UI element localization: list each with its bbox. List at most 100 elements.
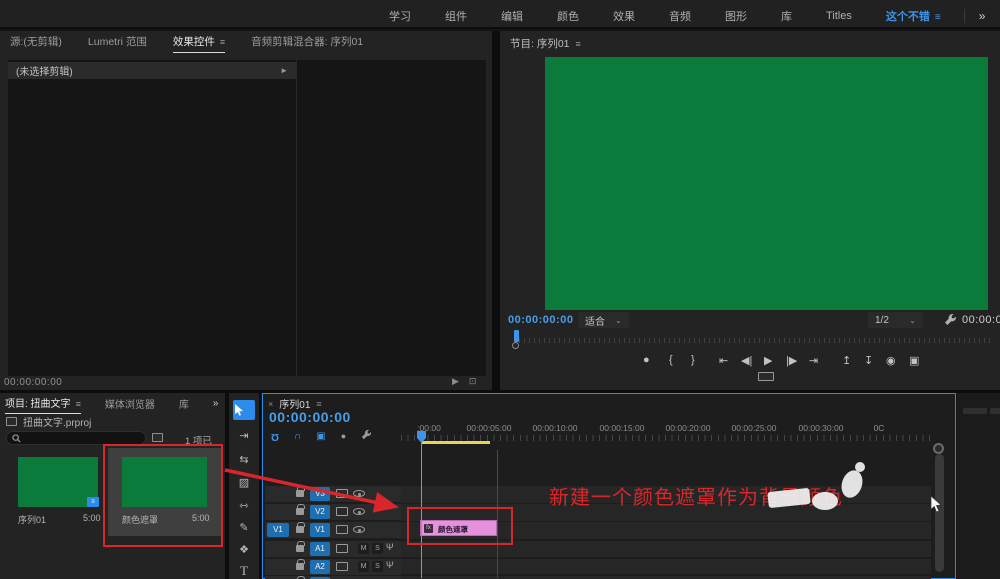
track-visibility-eye-icon[interactable]: [353, 490, 365, 497]
mute-button[interactable]: M: [358, 561, 369, 572]
export-frame-button[interactable]: ◉: [886, 354, 896, 367]
mark-out-button[interactable]: }: [691, 354, 695, 366]
selection-tool-button[interactable]: [233, 400, 255, 420]
project-breadcrumb[interactable]: 扭曲文字.prproj: [6, 414, 91, 429]
close-icon[interactable]: ×: [268, 399, 273, 409]
slip-tool[interactable]: ⇿: [229, 499, 259, 512]
lock-icon[interactable]: [296, 508, 304, 515]
play-around-icon[interactable]: ▶: [452, 376, 459, 387]
workspace-tab-active[interactable]: 这个不错≡: [869, 8, 958, 24]
track-header-v1[interactable]: V1 V1: [265, 522, 401, 538]
lock-icon[interactable]: [296, 545, 304, 552]
thumbnail-sequence01[interactable]: [18, 457, 98, 507]
clip-selector-arrow-icon[interactable]: ►: [280, 66, 288, 75]
workspace-tab-effects[interactable]: 效果: [596, 8, 652, 24]
track-select-forward-tool[interactable]: ⇥: [229, 429, 259, 442]
add-marker-button[interactable]: ●: [643, 354, 650, 366]
lock-icon[interactable]: [296, 490, 304, 497]
program-playhead[interactable]: [514, 330, 519, 342]
workspace-menu-icon[interactable]: ≡: [935, 12, 941, 23]
tab-project[interactable]: 项目: 扭曲文字≡: [5, 395, 81, 414]
playback-resolution-dropdown[interactable]: 1/2 ⌄: [868, 312, 923, 328]
track-header-a2[interactable]: A2 M S Ψ: [265, 559, 401, 575]
workspace-tab-graphics[interactable]: 图形: [708, 8, 764, 24]
lock-icon[interactable]: [296, 526, 304, 533]
panel-divider[interactable]: [225, 393, 227, 579]
solo-button[interactable]: S: [372, 561, 383, 572]
track-target-badge[interactable]: V3: [310, 487, 330, 501]
type-tool[interactable]: T: [229, 563, 259, 579]
timeline-scrollbar-knob[interactable]: [933, 443, 944, 454]
fit-dropdown[interactable]: 适合 ⌄: [578, 312, 629, 328]
track-target-badge[interactable]: V2: [310, 505, 330, 519]
lift-button[interactable]: ↥: [842, 354, 851, 367]
audio-lane-a2[interactable]: [401, 559, 931, 574]
sync-lock-icon[interactable]: [336, 544, 348, 553]
comparison-view-button[interactable]: ▣: [909, 354, 919, 367]
voiceover-mic-icon[interactable]: Ψ: [386, 560, 394, 570]
project-overflow-icon[interactable]: »: [213, 398, 219, 412]
mute-button[interactable]: M: [358, 543, 369, 554]
step-forward-button[interactable]: |▶: [786, 354, 797, 367]
solo-button[interactable]: S: [372, 543, 383, 554]
workspace-tab-assembly[interactable]: 组件: [428, 8, 484, 24]
track-header-v2[interactable]: V2: [265, 504, 401, 520]
track-target-badge[interactable]: V1: [310, 523, 330, 537]
tab-effect-controls[interactable]: 效果控件≡: [173, 34, 225, 53]
snap-icon[interactable]: Ω: [271, 431, 279, 442]
mark-in-button[interactable]: {: [669, 354, 673, 366]
workspace-tab-titles[interactable]: Titles: [809, 10, 869, 22]
panel-menu-icon[interactable]: ≡: [316, 399, 321, 409]
proxy-toggle-button[interactable]: [758, 372, 774, 381]
workspace-tab-editing[interactable]: 编辑: [484, 8, 540, 24]
tab-source-monitor[interactable]: 源:(无剪辑): [10, 34, 62, 52]
linked-selection-icon[interactable]: ∩: [294, 431, 301, 442]
ripple-edit-tool[interactable]: ⇆: [229, 453, 259, 466]
panel-divider[interactable]: [492, 31, 500, 390]
workspace-tab-audio[interactable]: 音频: [652, 8, 708, 24]
source-patch-badge[interactable]: V1: [267, 523, 289, 537]
panel-menu-icon[interactable]: ≡: [576, 39, 581, 49]
settings-wrench-icon[interactable]: [944, 313, 957, 331]
tab-lumetri-scopes[interactable]: Lumetri 范围: [88, 34, 147, 52]
timeline-settings-wrench-icon[interactable]: [361, 427, 372, 445]
tab-libraries[interactable]: 库: [179, 396, 189, 414]
workspace-overflow-icon[interactable]: »: [964, 9, 1000, 23]
sync-lock-icon[interactable]: [336, 562, 348, 571]
voiceover-mic-icon[interactable]: Ψ: [386, 542, 394, 552]
toggle-effects-icon[interactable]: ⊡: [469, 376, 477, 387]
track-header-a1[interactable]: A1 M S Ψ: [265, 541, 401, 557]
add-marker-icon[interactable]: ●: [341, 431, 346, 441]
nested-sequence-icon[interactable]: ▣: [316, 431, 325, 442]
sync-lock-icon[interactable]: [336, 507, 348, 516]
program-scrub-bar[interactable]: [506, 330, 994, 346]
play-button[interactable]: ▶: [764, 354, 772, 367]
go-to-out-button[interactable]: ⇥: [809, 354, 818, 367]
hand-tool[interactable]: ❖: [229, 543, 259, 556]
tab-media-browser[interactable]: 媒体浏览器: [105, 396, 155, 414]
step-back-button[interactable]: ◀|: [741, 354, 752, 367]
tab-audio-clip-mixer[interactable]: 音频剪辑混合器: 序列01: [251, 34, 363, 52]
filter-bin-icon[interactable]: [152, 433, 163, 442]
clip-selector-bar[interactable]: (未选择剪辑) ►: [8, 62, 296, 79]
search-input[interactable]: [6, 431, 146, 445]
workspace-tab-learning[interactable]: 学习: [372, 8, 428, 24]
panel-menu-icon[interactable]: ≡: [76, 399, 81, 409]
scrub-knob[interactable]: [512, 342, 519, 349]
panel-divider[interactable]: [0, 390, 1000, 393]
track-target-badge[interactable]: A2: [310, 560, 330, 574]
go-to-in-button[interactable]: ⇤: [719, 354, 728, 367]
timeline-ruler[interactable]: :00:00 00:00:05:00 00:00:10:00 00:00:15:…: [401, 421, 941, 441]
sync-lock-icon[interactable]: [336, 489, 348, 498]
lock-icon[interactable]: [296, 563, 304, 570]
track-target-badge[interactable]: A1: [310, 542, 330, 556]
track-visibility-eye-icon[interactable]: [353, 508, 365, 515]
timeline-playhead-head[interactable]: [417, 430, 426, 448]
sync-lock-icon[interactable]: [336, 525, 348, 534]
panel-menu-icon[interactable]: ≡: [220, 37, 225, 47]
track-visibility-eye-icon[interactable]: [353, 526, 365, 533]
extract-button[interactable]: ↧: [864, 354, 873, 367]
razor-tool[interactable]: ▨: [229, 476, 259, 489]
workspace-tab-color[interactable]: 颜色: [540, 8, 596, 24]
track-header-v3[interactable]: V3: [265, 486, 401, 502]
